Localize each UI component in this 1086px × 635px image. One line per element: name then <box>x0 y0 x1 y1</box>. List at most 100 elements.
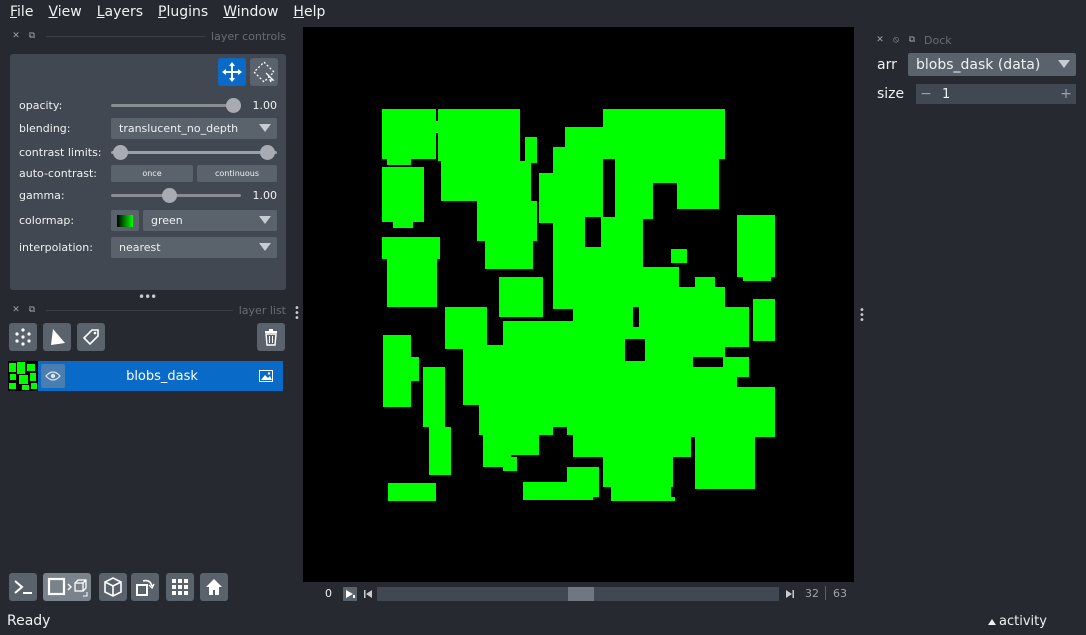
play-icon <box>346 590 355 598</box>
opacity-row: opacity: 1.00 <box>19 96 277 114</box>
colormap-select[interactable]: green <box>143 210 277 231</box>
blobs-image <box>382 109 775 501</box>
move-arrows-icon <box>222 62 242 82</box>
float-dock-icon[interactable]: ⧉ <box>24 31 40 41</box>
float-dock-icon[interactable]: ⧉ <box>24 305 40 315</box>
menu-window[interactable]: Window <box>218 4 283 20</box>
arr-select[interactable]: blobs_dask (data) <box>908 53 1076 76</box>
console-button[interactable] <box>9 573 37 601</box>
once-button[interactable]: once <box>111 165 193 182</box>
float-dock-icon[interactable]: ⧉ <box>904 35 920 45</box>
opacity-slider[interactable] <box>111 96 241 114</box>
step-forward-button[interactable] <box>783 587 797 601</box>
home-icon <box>206 579 222 595</box>
contrast-min-handle[interactable] <box>113 145 128 160</box>
close-dock-icon[interactable]: ✕ <box>872 35 888 45</box>
step-back-button[interactable] <box>361 587 375 601</box>
layer-thumbnail <box>8 361 38 391</box>
contrast-max-handle[interactable] <box>260 145 275 160</box>
size-value[interactable]: 1 <box>936 87 1056 102</box>
menu-plugins[interactable]: Plugins <box>153 4 213 20</box>
menu-view[interactable]: View <box>43 4 86 20</box>
play-button[interactable] <box>343 587 357 601</box>
step-back-icon <box>364 590 372 598</box>
interpolation-row: interpolation: nearest <box>19 237 277 258</box>
blending-select[interactable]: translucent_no_depth <box>111 118 277 139</box>
menu-bar: File View Layers Plugins Window Help <box>0 0 1086 24</box>
layer-list-item[interactable]: blobs_dask <box>8 361 283 391</box>
close-dock-icon[interactable]: ✕ <box>8 31 24 41</box>
contrast-track <box>111 151 277 154</box>
blending-value: translucent_no_depth <box>119 122 239 135</box>
chevron-down-icon <box>259 243 271 251</box>
hide-dock-icon[interactable]: ⦸ <box>888 35 904 45</box>
roll-dims-button[interactable] <box>99 573 127 601</box>
title-divider <box>46 309 233 311</box>
grid-icon <box>172 579 188 595</box>
gamma-handle[interactable] <box>162 188 177 203</box>
new-points-layer-button[interactable] <box>9 323 37 351</box>
rotate-icon <box>136 579 155 596</box>
interpolation-select[interactable]: nearest <box>111 237 277 258</box>
menu-file[interactable]: File <box>5 4 38 20</box>
transform-button[interactable] <box>250 58 278 86</box>
shapes-icon <box>51 329 65 345</box>
contrast-label: contrast limits: <box>19 145 102 159</box>
2d-3d-toggle-icon <box>47 577 88 597</box>
increment-button[interactable]: + <box>1056 86 1076 102</box>
pan-zoom-button[interactable] <box>218 58 246 86</box>
dims-slider-track[interactable] <box>377 587 779 601</box>
contrast-range-slider[interactable] <box>111 143 277 161</box>
dims-divider <box>825 586 826 600</box>
interpolation-label: interpolation: <box>19 241 93 254</box>
layer-controls-title: layer controls <box>211 29 286 43</box>
layer-name[interactable]: blobs_dask <box>65 369 259 384</box>
terminal-icon <box>14 580 32 594</box>
activity-label: activity <box>999 614 1047 629</box>
gamma-value: 1.00 <box>252 188 278 202</box>
trash-icon <box>265 329 277 346</box>
opacity-label: opacity: <box>19 98 63 112</box>
visibility-toggle[interactable] <box>41 364 65 388</box>
home-button[interactable] <box>200 573 228 601</box>
opacity-track <box>111 104 241 107</box>
close-dock-icon[interactable]: ✕ <box>8 305 24 315</box>
continuous-button[interactable]: continuous <box>197 165 277 182</box>
autocontrast-label: auto-contrast: <box>19 167 98 180</box>
menu-help[interactable]: Help <box>288 4 330 20</box>
menu-layers[interactable]: Layers <box>92 4 148 20</box>
new-labels-layer-button[interactable] <box>77 323 105 351</box>
layer-controls-panel: opacity: 1.00 blending: translucent_no_d… <box>10 54 286 290</box>
colormap-label: colormap: <box>19 214 75 227</box>
transpose-dims-button[interactable] <box>131 573 159 601</box>
colormap-value: green <box>151 214 183 227</box>
layer-controls-titlebar: ✕ ⧉ layer controls <box>8 28 286 44</box>
autocontrast-row: auto-contrast: once continuous <box>19 165 277 182</box>
colormap-preview[interactable] <box>111 210 139 231</box>
size-spinbox[interactable]: − 1 + <box>916 84 1076 104</box>
colormap-gradient <box>117 214 133 227</box>
dims-max-value: 63 <box>833 587 847 600</box>
dims-current-value[interactable]: 32 <box>805 587 819 600</box>
ndisplay-toggle-button[interactable] <box>43 573 91 601</box>
gamma-label: gamma: <box>19 188 65 202</box>
chevron-down-icon <box>259 124 271 132</box>
delete-layer-button[interactable] <box>257 323 285 351</box>
opacity-handle[interactable] <box>226 98 241 113</box>
gamma-row: gamma: 1.00 <box>19 186 277 204</box>
decrement-button[interactable]: − <box>916 86 936 102</box>
activity-button[interactable]: activity <box>988 614 1047 629</box>
opacity-value: 1.00 <box>252 98 278 112</box>
viewer-canvas[interactable] <box>303 27 854 582</box>
gamma-slider[interactable] <box>111 186 241 204</box>
new-shapes-layer-button[interactable] <box>43 323 71 351</box>
contrast-row: contrast limits: <box>19 143 277 161</box>
blending-label: blending: <box>19 122 71 135</box>
arr-value: blobs_dask (data) <box>916 56 1041 73</box>
vertical-splitter-right[interactable]: • • • <box>859 306 865 326</box>
dims-slider-handle[interactable] <box>568 587 594 601</box>
grid-view-button[interactable] <box>166 573 194 601</box>
vertical-splitter-left[interactable]: • • • <box>294 304 300 324</box>
right-dock-titlebar: ✕ ⦸ ⧉ Dock <box>872 32 962 48</box>
image-layer-icon <box>259 370 273 382</box>
